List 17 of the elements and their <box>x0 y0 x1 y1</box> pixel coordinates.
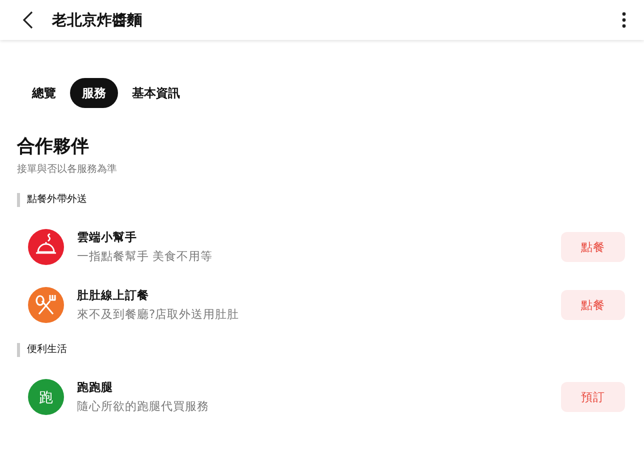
section-heading: 合作夥伴 <box>17 135 90 158</box>
group-label: 點餐外帶外送 <box>17 193 644 207</box>
group-label: 便利生活 <box>17 343 644 357</box>
more-icon[interactable] <box>622 12 626 28</box>
service-description: 一指點餐幫手 美食不用等 <box>77 249 214 264</box>
tab[interactable]: 服務 <box>70 78 118 108</box>
logo-icon: 跑 <box>28 379 64 415</box>
tab[interactable]: 基本資訊 <box>120 78 192 108</box>
back-icon[interactable] <box>22 10 34 30</box>
section-subtitle: 接單與否以各服務為準 <box>17 162 118 176</box>
service-name: 雲端小幫手 <box>77 230 138 245</box>
page-title: 老北京炸醬麵 <box>52 10 143 30</box>
service-name: 跑跑腿 <box>77 380 114 395</box>
service-description: 隨心所欲的跑腿代買服務 <box>77 399 210 414</box>
service-description: 來不及到餐廳?店取外送用肚肚 <box>77 307 240 322</box>
tab[interactable]: 總覽 <box>20 78 68 108</box>
service-name: 肚肚線上訂餐 <box>77 288 150 303</box>
